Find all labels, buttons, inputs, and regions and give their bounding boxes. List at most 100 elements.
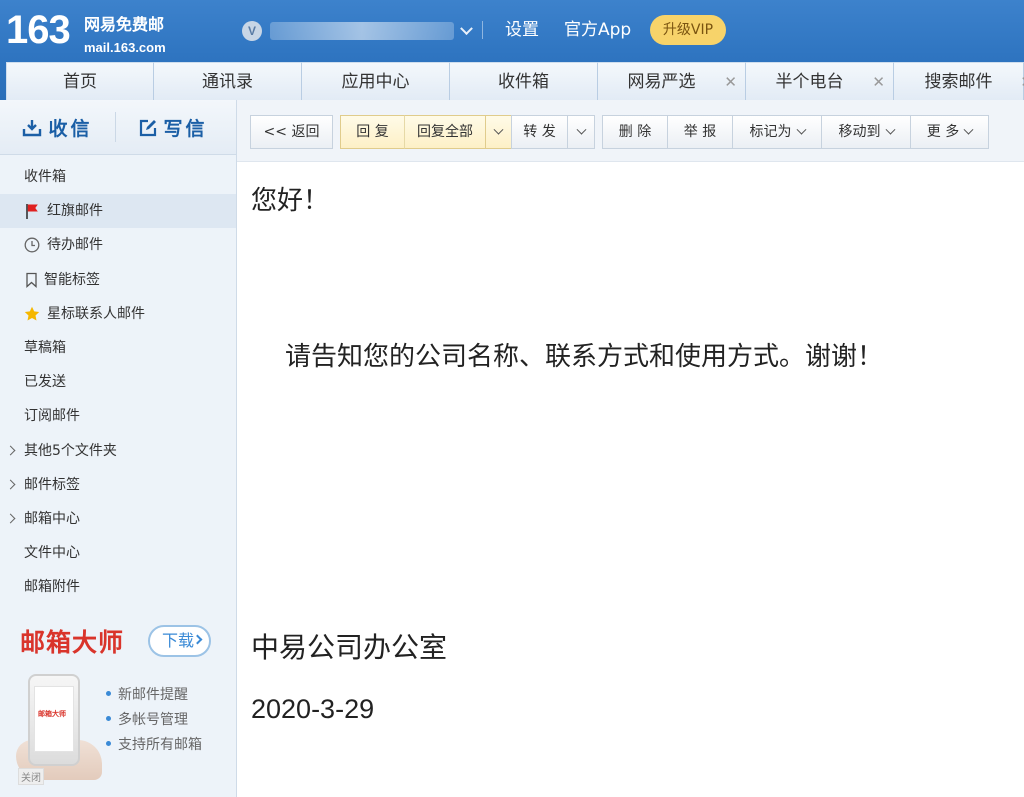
sidebar-item-label: 其他5个文件夹	[24, 442, 117, 459]
sidebar-item-sent[interactable]: 已发送	[0, 365, 236, 399]
sidebar-item-label: 收件箱	[24, 169, 66, 185]
promo-feature: 多帐号管理	[106, 709, 188, 729]
mail-master-promo[interactable]: 邮箱大师 下载 邮箱大师 新邮件提醒 多帐号管理 支持所有邮箱 关闭	[0, 620, 236, 797]
promo-feature: 支持所有邮箱	[106, 734, 202, 754]
tab-label: 收件箱	[498, 72, 549, 92]
receive-mail-button[interactable]: 收信	[0, 100, 115, 155]
mail-body-text: 请告知您的公司名称、联系方式和使用方式。谢谢！	[285, 342, 884, 372]
tab-label: 网易严选	[627, 72, 696, 92]
logo-domain: mail.163.com	[84, 40, 166, 55]
tab-contacts[interactable]: 通讯录	[154, 62, 302, 100]
sidebar-item-subscriptions[interactable]: 订阅邮件	[0, 399, 236, 433]
user-account-menu[interactable]: V	[242, 18, 473, 44]
sidebar-item-other-folders[interactable]: 其他5个文件夹	[0, 434, 236, 468]
forward-button[interactable]: 转 发	[511, 115, 568, 149]
sidebar-item-label: 星标联系人邮件	[47, 305, 145, 322]
chevron-right-icon[interactable]	[5, 445, 16, 455]
chevron-right-icon	[192, 634, 203, 645]
promo-download-button[interactable]: 下载	[148, 625, 211, 657]
promo-title: 邮箱大师	[20, 628, 125, 657]
sidebar-item-starred-contacts[interactable]: 星标联系人邮件	[0, 297, 236, 331]
sidebar-item-label: 邮件标签	[24, 476, 80, 493]
compose-bar: 收信 写信	[0, 100, 236, 155]
back-button[interactable]: << 返回	[250, 115, 333, 149]
tab-inbox[interactable]: 收件箱	[450, 62, 598, 100]
report-button[interactable]: 举 报	[667, 115, 733, 149]
move-to-label: 移动到	[838, 124, 881, 140]
sidebar-item-flagged[interactable]: 红旗邮件	[0, 194, 236, 229]
chevron-down-icon	[576, 124, 586, 135]
chevron-down-icon	[460, 21, 473, 35]
tab-label: 通讯录	[202, 72, 253, 92]
sidebar-item-inbox[interactable]: 收件箱	[0, 160, 236, 194]
tab-search-mail[interactable]: 搜索邮件 ✕	[894, 62, 1024, 100]
sidebar-item-drafts[interactable]: 草稿箱	[0, 331, 236, 365]
clock-icon	[24, 237, 40, 253]
sidebar-item-mailbox-center[interactable]: 邮箱中心	[0, 502, 236, 536]
reply-button[interactable]: 回 复	[340, 115, 405, 149]
logo-number: 163	[6, 8, 71, 52]
chevron-down-icon	[885, 124, 895, 135]
mail-signature: 中易公司办公室	[251, 631, 448, 664]
more-label: 更 多	[926, 124, 960, 140]
reply-all-dropdown[interactable]	[485, 115, 512, 149]
sidebar-item-attachments[interactable]: 邮箱附件	[0, 570, 236, 604]
official-app-link[interactable]: 官方App	[564, 19, 631, 41]
sidebar-item-label: 邮箱中心	[24, 510, 80, 527]
mail-date: 2020-3-29	[251, 694, 375, 724]
chevron-right-icon[interactable]	[5, 513, 16, 524]
bookmark-icon	[26, 272, 37, 288]
chevron-down-icon	[796, 124, 806, 135]
tab-label: 应用中心	[341, 72, 410, 92]
close-icon[interactable]: ✕	[872, 63, 885, 101]
mark-as-label: 标记为	[749, 124, 792, 140]
move-to-dropdown[interactable]: 移动到	[821, 115, 911, 149]
tab-label: 半个电台	[775, 72, 844, 92]
write-mail-button[interactable]: 写信	[116, 100, 231, 155]
tab-app-center[interactable]: 应用中心	[302, 62, 450, 100]
red-flag-icon	[26, 204, 38, 220]
sidebar-item-label: 邮箱附件	[24, 579, 80, 596]
upgrade-vip-button[interactable]: 升级VIP	[650, 15, 726, 45]
delete-button[interactable]: 删 除	[602, 115, 668, 149]
tab-yanxuan[interactable]: 网易严选 ✕	[598, 62, 746, 100]
edit-icon	[140, 119, 157, 136]
chevron-down-icon	[493, 124, 504, 135]
chevron-right-icon[interactable]	[5, 479, 16, 490]
sidebar-item-smart-tags[interactable]: 智能标签	[0, 263, 236, 297]
sidebar-item-label: 文件中心	[24, 545, 80, 562]
chevron-down-icon	[963, 124, 974, 135]
tab-home[interactable]: 首页	[6, 62, 154, 100]
tab-label: 首页	[63, 72, 97, 92]
header-divider	[482, 21, 483, 39]
tab-radio[interactable]: 半个电台 ✕	[746, 62, 894, 100]
promo-feature: 新邮件提醒	[106, 684, 188, 704]
folder-list: 收件箱 红旗邮件 待办邮件 智能标签 星标联系人邮件 草稿箱 已发送 订阅邮件 …	[0, 160, 236, 604]
promo-feature-text: 新邮件提醒	[118, 687, 188, 703]
settings-link[interactable]: 设置	[505, 19, 539, 41]
forward-dropdown[interactable]	[567, 115, 595, 149]
tab-label: 搜索邮件	[924, 72, 993, 92]
tab-bar: 首页 通讯录 应用中心 收件箱 网易严选 ✕ 半个电台 ✕ 搜索邮件 ✕	[6, 62, 1024, 100]
reply-all-button[interactable]: 回复全部	[404, 115, 486, 149]
sidebar-item-label: 智能标签	[44, 271, 100, 288]
close-icon[interactable]: ✕	[724, 63, 737, 101]
mail-content: 您好！ 请告知您的公司名称、联系方式和使用方式。谢谢！ 中易公司办公室 2020…	[237, 162, 1024, 797]
promo-download-label: 下载	[162, 631, 195, 650]
vip-level-badge: V	[242, 21, 262, 41]
more-dropdown[interactable]: 更 多	[910, 115, 989, 149]
close-icon[interactable]: ✕	[1020, 63, 1024, 101]
mail-toolbar: << 返回 回 复 回复全部 转 发 删 除 举 报 标记为 移动到 更 多	[237, 100, 1024, 162]
promo-feature-text: 支持所有邮箱	[118, 737, 202, 753]
sidebar-item-mail-tags[interactable]: 邮件标签	[0, 468, 236, 502]
sidebar-item-label: 订阅邮件	[24, 408, 80, 425]
phone-screen: 邮箱大师	[34, 686, 74, 752]
promo-close-button[interactable]: 关闭	[18, 768, 44, 785]
sidebar-item-file-center[interactable]: 文件中心	[0, 536, 236, 570]
top-header: 163 网易免费邮 mail.163.com V 设置 官方App 升级VIP …	[0, 0, 1024, 100]
sidebar-item-todo[interactable]: 待办邮件	[0, 228, 236, 262]
receive-mail-label: 收信	[48, 118, 93, 140]
mark-as-dropdown[interactable]: 标记为	[732, 115, 822, 149]
promo-feature-text: 多帐号管理	[118, 712, 188, 728]
user-email-blurred	[270, 22, 454, 40]
